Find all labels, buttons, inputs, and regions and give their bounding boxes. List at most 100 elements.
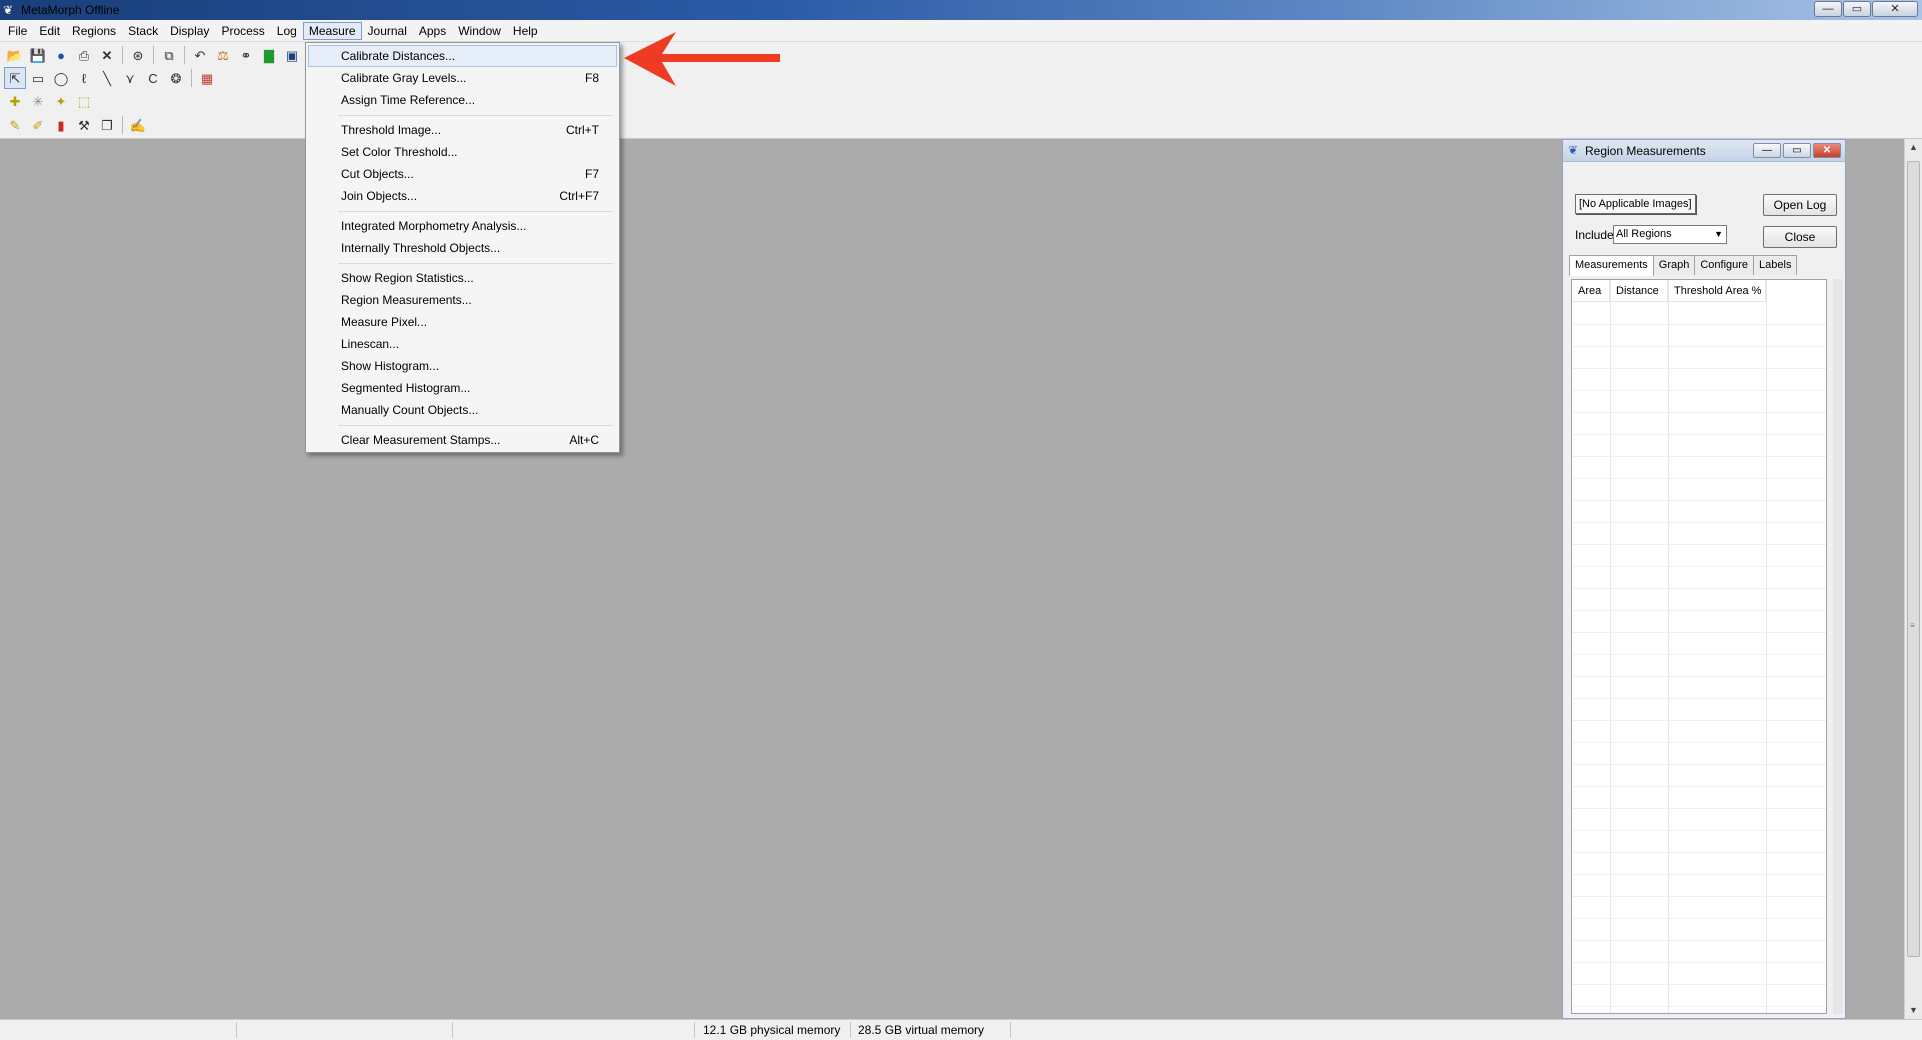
menu-item-segmented-histogram[interactable]: Segmented Histogram... (308, 377, 617, 399)
menu-item-assign-time-reference[interactable]: Assign Time Reference... (308, 89, 617, 111)
save-icon[interactable]: 💾 (27, 44, 49, 66)
acquire-icon[interactable]: ● (50, 44, 72, 66)
column-header-distance[interactable]: Distance (1610, 280, 1668, 302)
menu-stack[interactable]: Stack (122, 22, 164, 40)
menu-item-show-region-statistics[interactable]: Show Region Statistics... (308, 267, 617, 289)
column-header-area[interactable]: Area (1572, 280, 1610, 302)
menu-item-manually-count-objects[interactable]: Manually Count Objects... (308, 399, 617, 421)
menu-apps[interactable]: Apps (413, 22, 452, 40)
print-icon[interactable]: ⎙ (73, 44, 95, 66)
menu-file[interactable]: File (2, 22, 33, 40)
tab-graph[interactable]: Graph (1652, 255, 1696, 275)
tab-measurements[interactable]: Measurements (1569, 255, 1654, 276)
rectangle-region-icon[interactable]: ▭ (27, 67, 49, 89)
close-x-icon[interactable]: ✕ (96, 44, 118, 66)
scale-icon[interactable]: ⚖ (212, 44, 234, 66)
toolbar-separator (122, 46, 123, 64)
menu-separator (308, 421, 617, 429)
multiline-region-icon[interactable]: ⋎ (119, 67, 141, 89)
grid-row-line (1572, 742, 1826, 743)
open-icon[interactable]: 📂 (4, 44, 26, 66)
menu-item-region-measurements[interactable]: Region Measurements... (308, 289, 617, 311)
arrow-select-icon[interactable]: ⇱ (4, 67, 26, 89)
pencil-icon[interactable]: ✎ (4, 114, 26, 136)
menu-item-internally-threshold-objects[interactable]: Internally Threshold Objects... (308, 237, 617, 259)
menu-item-integrated-morphometry-analysis[interactable]: Integrated Morphometry Analysis... (308, 215, 617, 237)
dialog-minimize-button[interactable]: — (1753, 143, 1781, 158)
grid-row-line (1572, 478, 1826, 479)
region-transfer-icon[interactable]: ⬚ (73, 90, 95, 112)
minimize-button[interactable]: — (1814, 1, 1842, 17)
grid-row-line (1572, 588, 1826, 589)
menu-item-clear-measurement-stamps[interactable]: Clear Measurement Stamps... Alt+C (308, 429, 617, 451)
copy-image-icon[interactable]: ⧉ (158, 44, 180, 66)
dialog-tabs: Measurements Graph Configure Labels (1569, 255, 1798, 276)
column-header-threshold-area[interactable]: Threshold Area % (1668, 280, 1766, 302)
reset-icon[interactable]: ⊛ (127, 44, 149, 66)
eraser-icon[interactable]: ▮ (50, 114, 72, 136)
region-star-icon[interactable]: ✳ (27, 90, 49, 112)
menu-item-set-color-threshold[interactable]: Set Color Threshold... (308, 141, 617, 163)
menu-item-measure-pixel[interactable]: Measure Pixel... (308, 311, 617, 333)
title-bar: ❦ MetaMorph Offline — ▭ ✕ (0, 0, 1922, 20)
menu-item-threshold-image[interactable]: Threshold Image... Ctrl+T (308, 119, 617, 141)
dialog-title-bar[interactable]: ❦ Region Measurements — ▭ ✕ (1563, 140, 1845, 162)
region-plus-icon[interactable]: ✚ (4, 90, 26, 112)
ellipse-region-icon[interactable]: ◯ (50, 67, 72, 89)
pencil-edit-icon[interactable]: ✐ (27, 114, 49, 136)
image-select-button[interactable]: [No Applicable Images] (1575, 194, 1696, 214)
measurements-grid[interactable]: Area Distance Threshold Area % (1571, 279, 1827, 1014)
line-region-icon[interactable]: ╲ (96, 67, 118, 89)
menu-item-show-histogram[interactable]: Show Histogram... (308, 355, 617, 377)
menu-item-join-objects[interactable]: Join Objects... Ctrl+F7 (308, 185, 617, 207)
scroll-down-icon[interactable]: ▼ (1905, 1002, 1922, 1019)
menu-display[interactable]: Display (164, 22, 215, 40)
region-tools-icon[interactable]: ▦ (196, 67, 218, 89)
monitor-icon[interactable]: ▣ (281, 44, 303, 66)
tools-icon[interactable]: ⚒ (73, 114, 95, 136)
tab-configure[interactable]: Configure (1694, 255, 1755, 275)
grid-row-line (1572, 654, 1826, 655)
scroll-thumb[interactable] (1907, 161, 1920, 957)
close-button[interactable]: Close (1763, 226, 1837, 248)
dialog-close-x-button[interactable]: ✕ (1813, 143, 1841, 158)
region-magic-icon[interactable]: ✦ (50, 90, 72, 112)
dialog-body: [No Applicable Images] Open Log Include … (1563, 162, 1845, 1018)
restore-button[interactable]: ▭ (1843, 1, 1871, 17)
include-select[interactable]: All Regions ▼ (1613, 225, 1727, 244)
undo-icon[interactable]: ↶ (189, 44, 211, 66)
menu-process[interactable]: Process (215, 22, 270, 40)
workspace-vertical-scrollbar[interactable]: ▲ ≡ ▼ (1904, 139, 1922, 1019)
histogram-icon[interactable]: ▇ (258, 44, 280, 66)
curve-region-icon[interactable]: C (142, 67, 164, 89)
tab-labels[interactable]: Labels (1753, 255, 1798, 275)
menu-item-calibrate-gray-levels[interactable]: Calibrate Gray Levels... F8 (308, 67, 617, 89)
menu-item-label: Show Region Statistics... (341, 271, 474, 285)
copy-regions-icon[interactable]: ❐ (96, 114, 118, 136)
grid-row-line (1572, 632, 1826, 633)
menu-item-cut-objects[interactable]: Cut Objects... F7 (308, 163, 617, 185)
binoculars-icon[interactable]: ⚭ (235, 44, 257, 66)
menu-item-calibrate-distances[interactable]: Calibrate Distances... (308, 45, 617, 67)
open-log-button[interactable]: Open Log (1763, 194, 1837, 216)
chevron-down-icon: ▼ (1714, 229, 1723, 239)
scroll-up-icon[interactable]: ▲ (1905, 139, 1922, 156)
grid-row-line (1572, 896, 1826, 897)
menu-edit[interactable]: Edit (33, 22, 66, 40)
menu-window[interactable]: Window (452, 22, 507, 40)
dialog-restore-button[interactable]: ▭ (1783, 143, 1811, 158)
grid-row-line (1572, 522, 1826, 523)
menu-item-linescan[interactable]: Linescan... (308, 333, 617, 355)
close-window-button[interactable]: ✕ (1872, 1, 1918, 17)
menu-journal[interactable]: Journal (362, 22, 413, 40)
toolbar-separator (153, 46, 154, 64)
include-label: Include (1575, 228, 1614, 242)
menu-measure[interactable]: Measure (302, 21, 362, 40)
menu-regions[interactable]: Regions (66, 22, 122, 40)
annotate-icon[interactable]: ✍ (127, 114, 149, 136)
menu-log[interactable]: Log (271, 22, 303, 40)
freehand-region-icon[interactable]: ℓ (73, 67, 95, 89)
autotrace-icon[interactable]: ❂ (165, 67, 187, 89)
dialog-scrollbar[interactable] (1833, 279, 1843, 1014)
menu-help[interactable]: Help (507, 22, 544, 40)
